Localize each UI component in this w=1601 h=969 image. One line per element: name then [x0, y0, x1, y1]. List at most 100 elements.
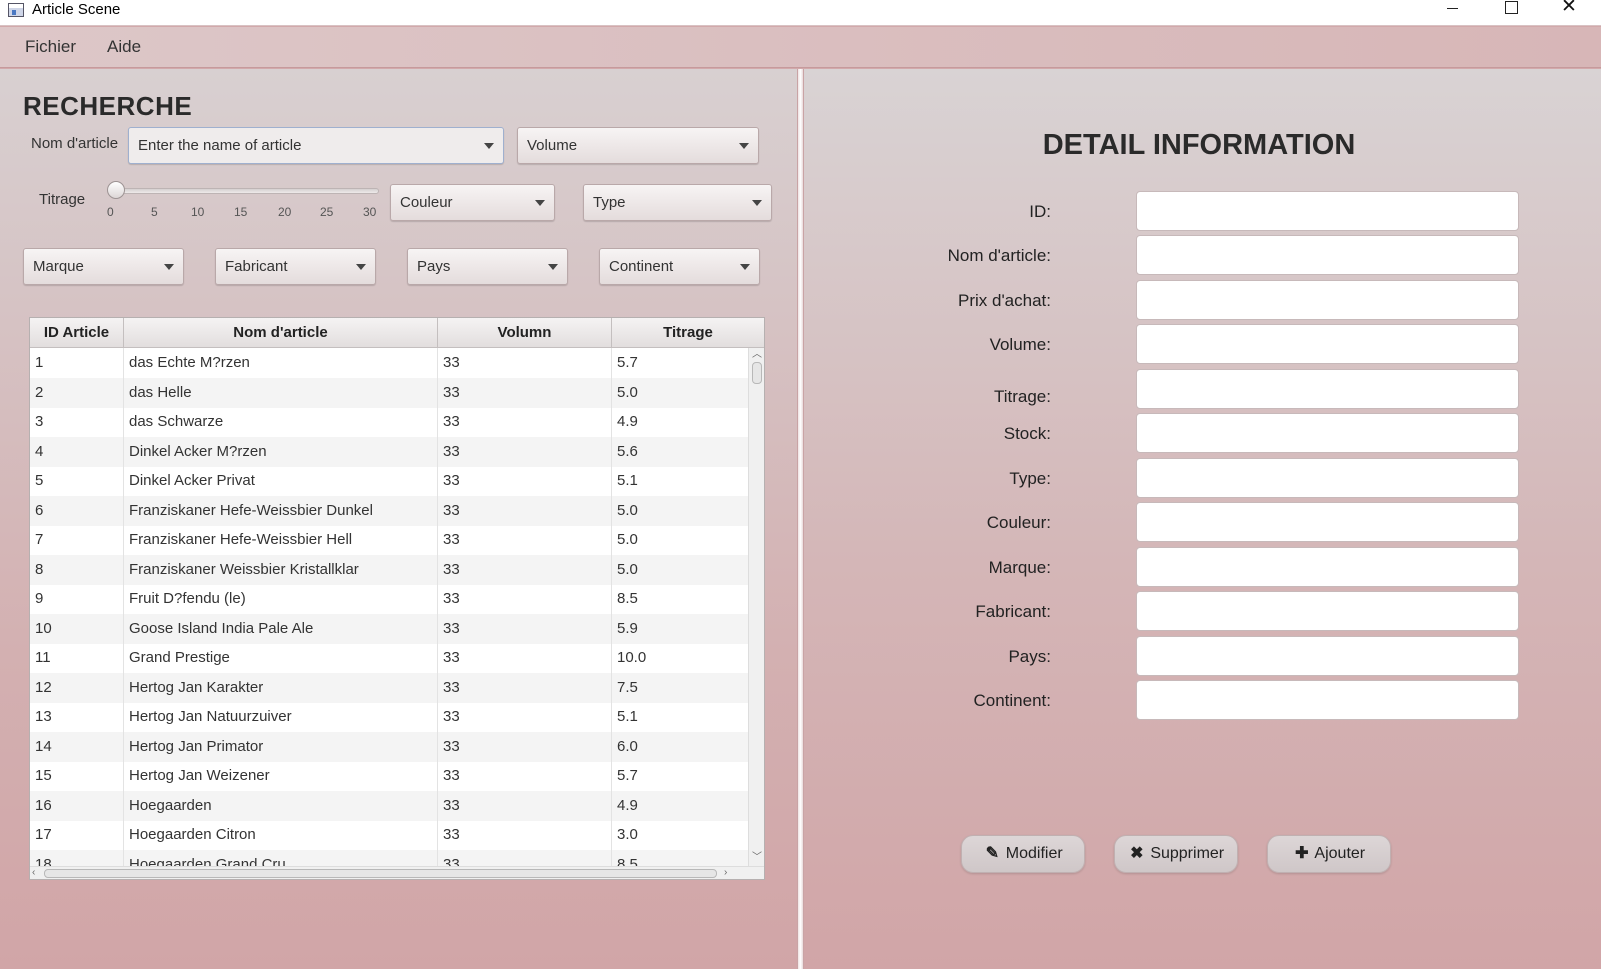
horizontal-scroll-thumb[interactable] [44, 869, 717, 878]
slider-tick: 30 [363, 205, 377, 219]
cell-name: Hertog Jan Primator [124, 731, 438, 762]
table-row[interactable]: 5 Dinkel Acker Privat 33 5.1 [30, 466, 748, 496]
detail-field-input[interactable] [1136, 680, 1519, 720]
supprimer-label: Supprimer [1150, 845, 1225, 862]
table-row[interactable]: 17 Hoegaarden Citron 33 3.0 [30, 820, 748, 850]
marque-combo[interactable]: Marque [23, 248, 184, 285]
slider-tick: 25 [320, 205, 334, 219]
detail-field-label: Marque: [988, 558, 1051, 577]
table-row[interactable]: 8 Franziskaner Weissbier Kristallklar 33 5.… [30, 554, 748, 585]
add-icon: ✚ [1295, 845, 1309, 862]
app-icon [8, 3, 24, 17]
table-row[interactable]: 4 Dinkel Acker M?rzen 33 5.6 [30, 436, 748, 467]
menu-fichier[interactable]: Fichier [25, 37, 76, 57]
detail-field-input[interactable] [1136, 324, 1519, 364]
column-header-name[interactable]: Nom d'article [124, 318, 438, 348]
chevron-down-icon [164, 264, 174, 270]
detail-field-label: Couleur: [986, 513, 1051, 532]
detail-field-input[interactable] [1136, 413, 1519, 453]
article-name-label: Nom d'article [31, 135, 119, 152]
scroll-up-icon[interactable]: ︿ [752, 350, 762, 360]
cell-id: 8 [30, 554, 124, 585]
cell-titrage: 8.5 [617, 855, 638, 867]
horizontal-scrollbar[interactable]: ‹ › [30, 866, 764, 879]
cell-volumn: 33 [438, 731, 612, 762]
supprimer-button[interactable]: ✖ Supprimer [1114, 835, 1238, 873]
menu-aide[interactable]: Aide [107, 37, 141, 57]
titrage-slider-thumb[interactable] [107, 181, 125, 199]
cell-id: 14 [30, 731, 124, 762]
detail-field-input[interactable] [1136, 458, 1519, 498]
vertical-scroll-thumb[interactable] [752, 362, 762, 384]
table-row[interactable]: 18 Hoegaarden Grand Cru 33 8.5 [30, 849, 748, 867]
cell-name: Fruit D?fendu (le) [124, 584, 438, 614]
cell-name: das Schwarze [124, 407, 438, 437]
table-row[interactable]: 2 das Helle 33 5.0 [30, 377, 748, 408]
detail-field-label: Titrage: [993, 387, 1051, 406]
chevron-down-icon [535, 200, 545, 206]
column-header-id[interactable]: ID Article [30, 318, 124, 348]
minimize-button[interactable] [1424, 0, 1482, 22]
articles-table[interactable]: ID Article Nom d'article Volumn Titrage … [29, 317, 765, 880]
detail-field-label: Prix d'achat: [957, 291, 1051, 310]
cell-id: 1 [30, 348, 124, 378]
cell-titrage: 4.9 [617, 413, 638, 430]
close-button[interactable]: ✕ [1540, 0, 1598, 22]
type-combo[interactable]: Type [583, 184, 772, 221]
table-row[interactable]: 15 Hertog Jan Weizener 33 5.7 [30, 761, 748, 791]
cell-volumn: 33 [438, 495, 612, 526]
table-row[interactable]: 6 Franziskaner Hefe-Weissbier Dunkel 33 5.0 [30, 495, 748, 526]
cell-name: das Echte M?rzen [124, 348, 438, 378]
detail-field-input[interactable] [1136, 235, 1519, 275]
table-row[interactable]: 1 das Echte M?rzen 33 5.7 [30, 348, 748, 378]
table-row[interactable]: 12 Hertog Jan Karakter 33 7.5 [30, 672, 748, 703]
table-row[interactable]: 3 das Schwarze 33 4.9 [30, 407, 748, 437]
couleur-combo[interactable]: Couleur [390, 184, 555, 221]
volume-combo-label: Volume [527, 137, 578, 154]
table-row[interactable]: 10 Goose Island India Pale Ale 33 5.9 [30, 613, 748, 644]
detail-field-input[interactable] [1136, 502, 1519, 542]
cell-volumn: 33 [438, 466, 612, 496]
table-row[interactable]: 16 Hoegaarden 33 4.9 [30, 790, 748, 821]
cell-id: 6 [30, 495, 124, 526]
type-combo-label: Type [593, 194, 626, 211]
titrage-slider-track[interactable] [110, 188, 379, 194]
table-row[interactable]: 13 Hertog Jan Natuurzuiver 33 5.1 [30, 702, 748, 732]
detail-field-input[interactable] [1136, 191, 1519, 231]
modifier-button[interactable]: ✎ Modifier [961, 835, 1085, 873]
article-name-combo[interactable]: Enter the name of article [128, 127, 504, 164]
detail-field-input[interactable] [1136, 591, 1519, 631]
table-row[interactable]: 9 Fruit D?fendu (le) 33 8.5 [30, 584, 748, 614]
column-header-titrage[interactable]: Titrage [612, 318, 764, 348]
maximize-button[interactable] [1482, 0, 1540, 22]
detail-field-input[interactable] [1136, 547, 1519, 587]
volume-combo[interactable]: Volume [517, 127, 759, 164]
cell-titrage: 5.0 [617, 383, 638, 401]
vertical-scrollbar[interactable]: ︿ ﹀ [748, 348, 764, 866]
cell-id: 18 [30, 849, 124, 866]
detail-field-input[interactable] [1136, 369, 1519, 409]
detail-panel: DETAIL INFORMATION ID: Nom d'article: Prix… [804, 69, 1601, 969]
cell-volumn: 33 [438, 407, 612, 437]
table-row[interactable]: 7 Franziskaner Hefe-Weissbier Hell 33 5.0 [30, 525, 748, 555]
cell-titrage: 5.7 [617, 767, 638, 784]
scroll-left-icon[interactable]: ‹ [32, 868, 35, 878]
cell-name: Grand Prestige [124, 643, 438, 673]
article-name-placeholder: Enter the name of article [138, 137, 302, 154]
scroll-right-icon[interactable]: › [724, 868, 727, 878]
cell-name: Hoegaarden Grand Cru [124, 849, 438, 866]
detail-field-label: Fabricant: [975, 602, 1051, 621]
pays-combo[interactable]: Pays [407, 248, 568, 285]
table-row[interactable]: 14 Hertog Jan Primator 33 6.0 [30, 731, 748, 762]
detail-field-input[interactable] [1136, 636, 1519, 676]
cell-name: Franziskaner Weissbier Kristallklar [124, 554, 438, 585]
detail-field-input[interactable] [1136, 280, 1519, 320]
fabricant-combo[interactable]: Fabricant [215, 248, 376, 285]
table-row[interactable]: 11 Grand Prestige 33 10.0 [30, 643, 748, 673]
cell-name: Franziskaner Hefe-Weissbier Dunkel [124, 495, 438, 526]
column-header-volumn[interactable]: Volumn [438, 318, 612, 348]
cell-name: das Helle [124, 377, 438, 408]
continent-combo[interactable]: Continent [599, 248, 760, 285]
scroll-down-icon[interactable]: ﹀ [752, 853, 762, 863]
ajouter-button[interactable]: ✚ Ajouter [1267, 835, 1391, 873]
